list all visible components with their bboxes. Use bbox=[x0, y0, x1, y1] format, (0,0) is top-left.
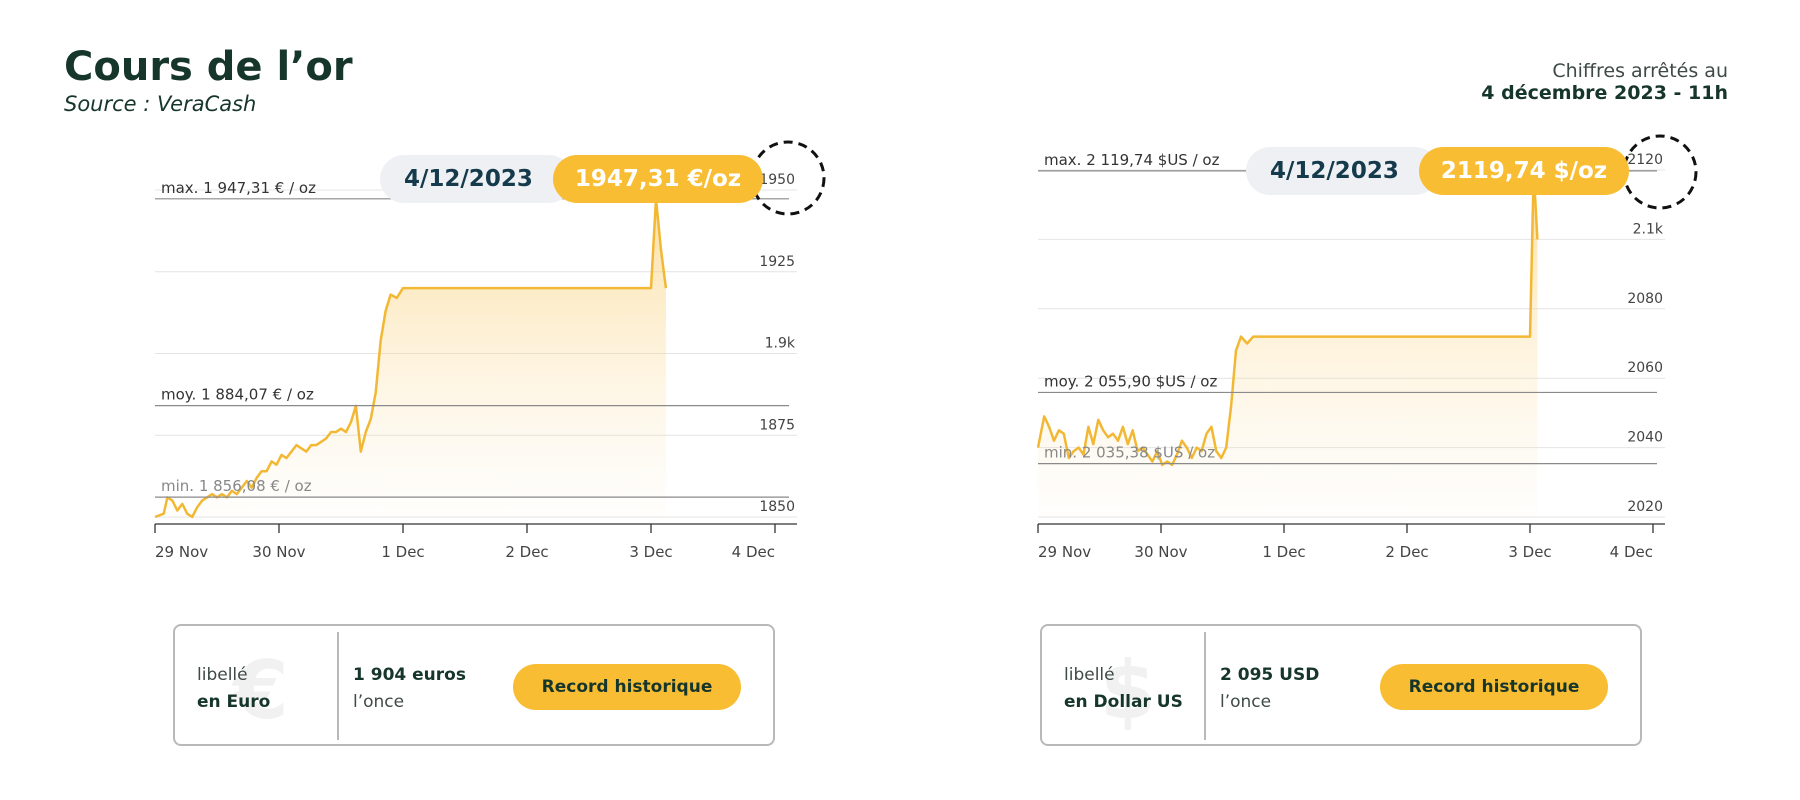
eur-value-block: 1 904 euros l’once bbox=[353, 662, 466, 716]
eur-pill-date: 4/12/2023 bbox=[380, 155, 573, 203]
usd-x-tick-label: 4 Dec bbox=[1610, 543, 1653, 561]
usd-value-block: 2 095 USD l’once bbox=[1220, 662, 1319, 716]
usd-pill-date: 4/12/2023 bbox=[1246, 147, 1439, 195]
eur-x-tick-label: 1 Dec bbox=[381, 543, 424, 561]
eur-info-card: € libellé en Euro 1 904 euros l’once Rec… bbox=[173, 624, 775, 746]
eur-y-tick-label: 1875 bbox=[759, 417, 795, 433]
usd-card-divider bbox=[1204, 632, 1206, 740]
usd-currency-line1: libellé bbox=[1064, 665, 1115, 685]
usd-record-button[interactable]: Record historique bbox=[1380, 664, 1608, 710]
eur-value-amount: 1 904 euros bbox=[353, 665, 466, 685]
eur-price-area bbox=[155, 198, 666, 518]
usd-price-area bbox=[1038, 170, 1538, 517]
usd-pill-value: 2119,74 $/oz bbox=[1418, 147, 1630, 195]
eur-x-tick-label: 30 Nov bbox=[252, 543, 305, 561]
eur-y-tick-label: 1.9k bbox=[765, 336, 796, 352]
eur-y-tick-label: 1925 bbox=[759, 254, 795, 270]
eur-ref-label: max. 1 947,31 € / oz bbox=[161, 179, 316, 197]
source-caption: Source : VeraCash bbox=[64, 92, 257, 116]
usd-y-tick-label: 2040 bbox=[1627, 430, 1663, 446]
usd-value-amount: 2 095 USD bbox=[1220, 665, 1320, 685]
usd-x-tick-label: 1 Dec bbox=[1262, 543, 1305, 561]
usd-max-highlight-circle bbox=[1622, 134, 1698, 210]
eur-x-tick-label: 2 Dec bbox=[505, 543, 548, 561]
eur-card-divider bbox=[337, 632, 339, 740]
as-of-block: Chiffres arrêtés au 4 décembre 2023 - 11… bbox=[1481, 60, 1728, 104]
usd-ref-label: moy. 2 055,90 $US / oz bbox=[1044, 372, 1217, 390]
usd-x-tick-label: 3 Dec bbox=[1508, 543, 1551, 561]
eur-pill-value: 1947,31 €/oz bbox=[552, 155, 764, 203]
eur-y-tick-label: 1850 bbox=[759, 499, 795, 515]
eur-record-button[interactable]: Record historique bbox=[513, 664, 741, 710]
usd-info-card: $ libellé en Dollar US 2 095 USD l’once … bbox=[1040, 624, 1642, 746]
eur-price-pill: 4/12/2023 1947,31 €/oz bbox=[380, 155, 764, 203]
usd-ref-label: min. 2 035,38 $US / oz bbox=[1044, 444, 1215, 462]
eur-currency-label: libellé en Euro bbox=[197, 662, 270, 716]
usd-currency-label: libellé en Dollar US bbox=[1064, 662, 1183, 716]
usd-price-line bbox=[1036, 169, 1539, 467]
eur-price-line bbox=[154, 197, 668, 519]
eur-currency-line2: en Euro bbox=[197, 692, 271, 712]
usd-ref-label: max. 2 119,74 $US / oz bbox=[1044, 151, 1220, 169]
usd-y-tick-label: 2060 bbox=[1627, 360, 1663, 376]
eur-ref-label: min. 1 856,08 € / oz bbox=[161, 477, 312, 495]
eur-currency-line1: libellé bbox=[197, 665, 248, 685]
eur-ref-label: moy. 1 884,07 € / oz bbox=[161, 386, 314, 404]
usd-x-tick-label: 2 Dec bbox=[1385, 543, 1428, 561]
eur-x-tick-label: 3 Dec bbox=[629, 543, 672, 561]
usd-y-tick-label: 2020 bbox=[1627, 499, 1663, 515]
eur-y-tick-label: 1950 bbox=[759, 172, 795, 188]
as-of-label: Chiffres arrêtés au bbox=[1552, 60, 1728, 82]
eur-x-tick-label: 4 Dec bbox=[732, 543, 775, 561]
as-of-date: 4 décembre 2023 - 11h bbox=[1481, 82, 1728, 104]
page-title: Cours de l’or bbox=[64, 44, 353, 90]
usd-x-tick-label: 30 Nov bbox=[1134, 543, 1187, 561]
eur-value-unit: l’once bbox=[353, 692, 405, 712]
eur-x-tick-label: 29 Nov bbox=[155, 543, 208, 561]
usd-y-tick-label: 2120 bbox=[1627, 152, 1663, 168]
usd-y-tick-label: 2.1k bbox=[1633, 221, 1664, 237]
usd-y-tick-label: 2080 bbox=[1627, 291, 1663, 307]
usd-price-pill: 4/12/2023 2119,74 $/oz bbox=[1246, 147, 1630, 195]
usd-x-tick-label: 29 Nov bbox=[1038, 543, 1091, 561]
usd-value-unit: l’once bbox=[1220, 692, 1272, 712]
usd-currency-line2: en Dollar US bbox=[1064, 692, 1183, 712]
